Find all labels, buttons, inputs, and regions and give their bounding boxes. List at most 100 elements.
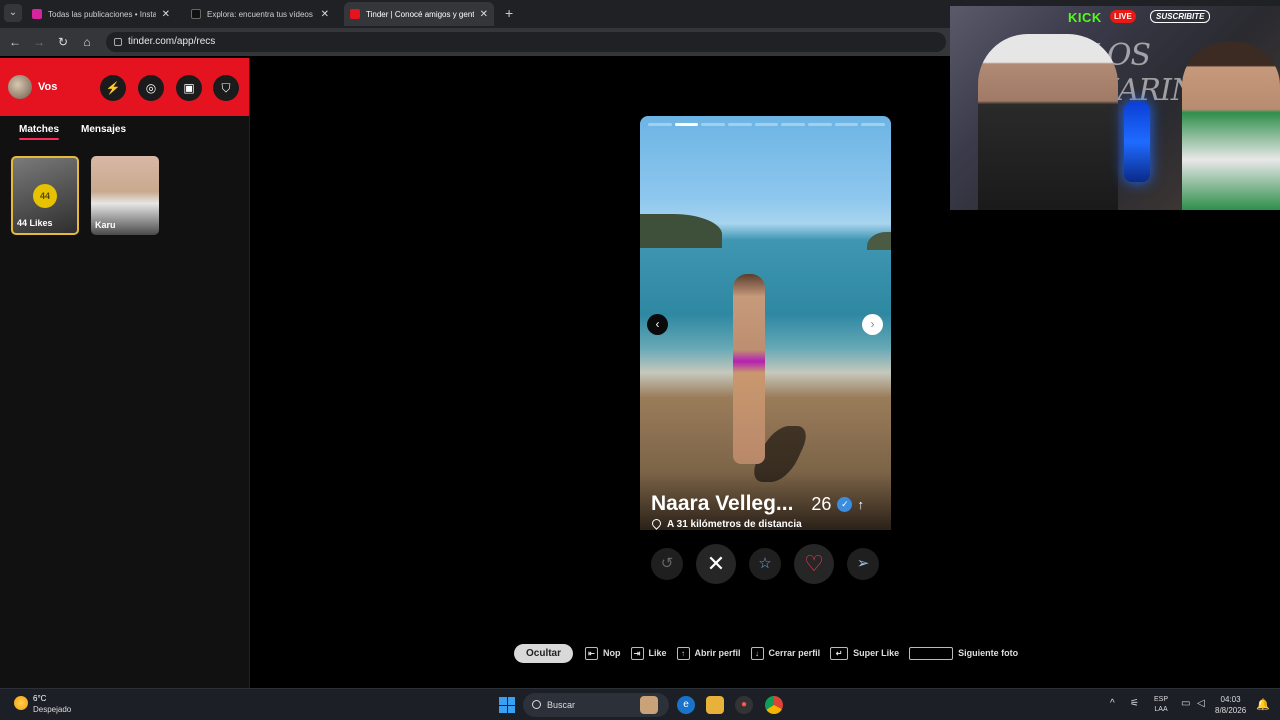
rewind-button[interactable]: ↺ [651, 548, 683, 580]
user-name[interactable]: Vos [38, 81, 57, 93]
photo-island-right [867, 232, 891, 250]
network-icon[interactable]: ⚟ [1130, 698, 1139, 709]
shield-icon[interactable]: ⛉ [213, 75, 239, 101]
match-name: Karu [95, 220, 116, 230]
weather-icon[interactable] [14, 696, 28, 710]
search-icon [532, 700, 541, 709]
tiktok-icon [191, 9, 201, 19]
weather-temp: 6°C [33, 694, 47, 703]
close-icon[interactable]: ✕ [162, 9, 170, 20]
tab-matches[interactable]: Matches [19, 124, 60, 140]
kick-logo: KICK [1068, 10, 1102, 25]
tab-tiktok[interactable]: Explora: encuentra tus vídeos fa ✕ [185, 2, 335, 26]
avatar[interactable] [8, 75, 32, 99]
hint-close-profile: ↓ Cerrar perfil [750, 646, 820, 660]
nope-button[interactable]: ✕ [696, 544, 736, 584]
likes-card[interactable]: 44 44 Likes [11, 156, 79, 235]
widget-icon[interactable] [640, 696, 658, 714]
app-icon[interactable]: ● [735, 696, 753, 714]
language-indicator[interactable]: ESP LAA [1154, 695, 1168, 715]
boost-icon[interactable]: ⚡ [100, 75, 126, 101]
tab-tinder[interactable]: Tinder | Conocé amigos y gente ✕ [344, 2, 494, 26]
photo-progress-segment[interactable] [834, 123, 859, 126]
close-icon[interactable]: ✕ [480, 9, 488, 20]
photo-progress-segment[interactable] [648, 123, 672, 126]
open-profile-icon[interactable]: ↑ [857, 497, 864, 512]
hide-hints-button[interactable]: Ocultar [514, 643, 574, 663]
windows-start-icon[interactable] [499, 697, 515, 713]
arrow-down-key-icon: ↓ [750, 646, 764, 660]
stream-overlay: LOS MARINOS KICK LIVE SUSCRIBITE [950, 6, 1280, 210]
action-buttons: ↺ ✕ ☆ ♡ ➢ [640, 544, 891, 584]
sidebar-tabs: Matches Mensajes [0, 124, 250, 144]
tab-label: Tinder | Conocé amigos y gente [366, 9, 474, 19]
tab-messages[interactable]: Mensajes [81, 124, 126, 135]
tab-instagram[interactable]: Todas las publicaciones • Instag ✕ [26, 2, 176, 26]
tab-search-icon[interactable]: ⌄ [4, 4, 22, 22]
arrow-right-key-icon: ⇥ [630, 646, 644, 660]
taskbar: 6°C Despejado Buscar e ● ^ ⚟ ESP LAA ▭ ◁… [0, 688, 1280, 720]
edge-icon[interactable]: e [677, 696, 695, 714]
arrow-up-key-icon: ↑ [676, 646, 690, 660]
volume-icon[interactable]: ◁ [1197, 698, 1205, 709]
notification-bell-icon[interactable]: 🔔 [1256, 698, 1270, 711]
folder-icon[interactable] [706, 696, 724, 714]
super-like-button[interactable]: ☆ [749, 548, 781, 580]
photo-progress-segment[interactable] [808, 123, 832, 126]
likes-count-badge: 44 [33, 184, 57, 208]
weather-desc: Despejado [33, 705, 72, 714]
photo-progress-segment[interactable] [861, 123, 886, 126]
photo-progress-segment[interactable] [728, 123, 752, 126]
boost-button[interactable]: ➢ [847, 548, 879, 580]
back-icon[interactable]: ← [7, 34, 23, 50]
enter-key-icon: ↵ [830, 646, 849, 660]
photo-person [733, 274, 765, 464]
hint-like-label: Like [648, 648, 667, 658]
keyboard-hints: Ocultar ⇤ Nop ⇥ Like ↑ Abrir perfil ↓ Cerrar… [514, 643, 1028, 663]
briefcase-icon[interactable]: ▣ [176, 75, 202, 101]
tray-chevron-icon[interactable]: ^ [1110, 698, 1115, 709]
url-field[interactable]: tinder.com/app/recs [106, 32, 946, 52]
subscribe-badge: SUSCRIBITE [1150, 10, 1211, 23]
profile-photo[interactable] [640, 116, 891, 530]
url-text: tinder.com/app/recs [128, 36, 216, 47]
tinder-sidebar: Vos ⚡ ◎ ▣ ⛉ Matches Mensajes 44 44 Likes… [0, 58, 250, 688]
close-icon[interactable]: ✕ [321, 9, 329, 20]
screen: ⌄ Todas las publicaciones • Instag ✕ Exp… [0, 0, 1280, 720]
profile-age: 26 [811, 494, 832, 514]
clock[interactable]: 04:03 8/8/2026 [1215, 694, 1246, 716]
hint-next-label: Siguiente foto [958, 648, 1019, 658]
hint-open-label: Abrir perfil [694, 648, 741, 658]
sidebar-header: Vos ⚡ ◎ ▣ ⛉ [0, 58, 249, 116]
tab-label: Todas las publicaciones • Instag [48, 9, 156, 19]
previous-photo-icon[interactable]: ‹ [647, 314, 668, 335]
search-placeholder: Buscar [547, 700, 576, 710]
like-button[interactable]: ♡ [794, 544, 834, 584]
photo-progress-segment[interactable] [781, 123, 806, 126]
explore-icon[interactable]: ◎ [138, 75, 164, 101]
reload-icon[interactable]: ↻ [55, 34, 71, 50]
likes-label: 44 Likes [17, 218, 53, 228]
hint-nope: ⇤ Nop [585, 646, 621, 660]
clock-time: 04:03 [1220, 695, 1241, 704]
photo-progress-segment[interactable] [701, 123, 726, 126]
site-info-icon[interactable] [114, 38, 122, 46]
match-card[interactable]: Karu [91, 156, 159, 235]
tinder-icon [350, 9, 360, 19]
distance-text: A 31 kilómetros de distancia [667, 519, 802, 530]
chrome-icon[interactable] [765, 696, 783, 714]
home-icon[interactable]: ⌂ [79, 34, 95, 50]
forward-icon[interactable]: → [31, 34, 47, 50]
next-photo-icon[interactable]: › [862, 314, 883, 335]
new-tab-button[interactable]: + [505, 5, 513, 21]
profile-name-row: Naara Velleg... 26 ✓ ↑ [651, 492, 864, 516]
display-icon[interactable]: ▭ [1181, 698, 1190, 709]
photo-island-left [640, 214, 722, 248]
photo-progress-segment[interactable] [754, 123, 779, 126]
location-pin-icon [650, 517, 663, 530]
profile-card[interactable]: ‹ › Naara Velleg... 26 ✓ ↑ A 31 kilómetr… [640, 116, 891, 590]
space-key-icon [909, 646, 954, 660]
photo-progress-segment[interactable] [674, 123, 699, 126]
lang-primary: ESP [1154, 696, 1169, 703]
verified-icon: ✓ [837, 496, 853, 512]
